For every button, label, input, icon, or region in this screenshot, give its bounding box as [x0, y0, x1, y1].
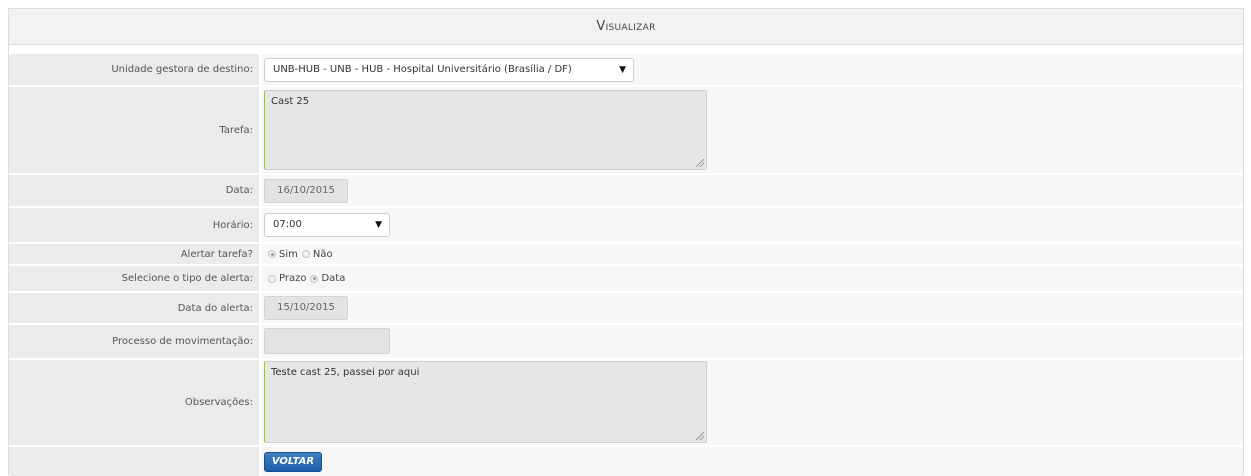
radio-button[interactable] [268, 274, 276, 283]
tipo-alerta-radio-group: Prazo Data [268, 266, 349, 291]
resize-grip-icon[interactable] [696, 432, 704, 440]
tarefa-value: Cast 25 [271, 96, 310, 107]
actions-field-cell: VOLTAR [262, 447, 1243, 476]
unidade-field-cell: UNB-HUB - UNB - HUB - Hospital Universit… [262, 54, 1243, 85]
horario-select[interactable]: 07:00 ▼ [264, 213, 390, 237]
alertar-field-cell: Sim Não [262, 244, 1243, 264]
processo-label: Processo de movimentação: [9, 325, 259, 358]
tipo-alerta-field-cell: Prazo Data [262, 266, 1243, 291]
alertar-label: Alertar tarefa? [9, 244, 259, 264]
chevron-down-icon: ▼ [375, 220, 382, 230]
tarefa-textarea[interactable]: Cast 25 [264, 90, 707, 170]
alertar-option-nao[interactable]: Não [301, 248, 333, 260]
tarefa-field-cell: Cast 25 [262, 87, 1243, 173]
visualizar-panel: Visualizar Unidade gestora de destino: U… [8, 8, 1244, 476]
row-observacoes: Observações: Teste cast 25, passei por a… [9, 360, 1243, 445]
tipo-alerta-label: Selecione o tipo de alerta: [9, 266, 259, 291]
unidade-select-value: UNB-HUB - UNB - HUB - Hospital Universit… [273, 64, 572, 75]
observacoes-textarea[interactable]: Teste cast 25, passei por aqui [264, 361, 707, 443]
data-input[interactable]: 16/10/2015 [264, 179, 348, 203]
resize-grip-icon[interactable] [696, 159, 704, 167]
data-alerta-field-cell: 15/10/2015 [262, 293, 1243, 323]
page-title: Visualizar [9, 9, 1243, 45]
radio-button[interactable] [301, 250, 310, 258]
observacoes-value: Teste cast 25, passei por aqui [271, 367, 420, 378]
horario-field-cell: 07:00 ▼ [262, 208, 1243, 242]
row-data: Data: 16/10/2015 [9, 175, 1243, 206]
row-actions: VOLTAR [9, 447, 1243, 476]
observacoes-label: Observações: [9, 360, 259, 445]
tarefa-label: Tarefa: [9, 87, 259, 173]
row-alertar: Alertar tarefa? Sim Não [9, 244, 1243, 264]
voltar-button[interactable]: VOLTAR [264, 452, 322, 472]
row-processo: Processo de movimentação: [9, 325, 1243, 358]
row-tarefa: Tarefa: Cast 25 [9, 87, 1243, 173]
alertar-radio-group: Sim Não [268, 244, 337, 264]
tipo-alerta-option-prazo[interactable]: Prazo [268, 273, 306, 284]
chevron-down-icon: ▼ [619, 65, 626, 75]
data-label: Data: [9, 175, 259, 206]
horario-label: Horário: [9, 208, 259, 242]
processo-input[interactable] [264, 328, 390, 354]
radio-label: Sim [279, 248, 298, 260]
row-data-alerta: Data do alerta: 15/10/2015 [9, 293, 1243, 323]
radio-label: Data [321, 273, 346, 284]
radio-label: Não [312, 248, 333, 260]
observacoes-field-cell: Teste cast 25, passei por aqui [262, 360, 1243, 445]
horario-select-value: 07:00 [273, 219, 302, 230]
row-tipo-alerta: Selecione o tipo de alerta: Prazo Data [9, 266, 1243, 291]
radio-label: Prazo [279, 273, 307, 284]
tipo-alerta-option-data[interactable]: Data [310, 273, 345, 284]
data-field-cell: 16/10/2015 [262, 175, 1243, 206]
radio-button[interactable] [268, 250, 276, 258]
unidade-label: Unidade gestora de destino: [9, 54, 259, 85]
data-alerta-label: Data do alerta: [9, 293, 259, 323]
data-alerta-input[interactable]: 15/10/2015 [264, 296, 348, 320]
processo-field-cell [262, 325, 1243, 358]
unidade-select[interactable]: UNB-HUB - UNB - HUB - Hospital Universit… [264, 58, 634, 82]
radio-button[interactable] [310, 274, 319, 283]
row-horario: Horário: 07:00 ▼ [9, 208, 1243, 242]
row-unidade: Unidade gestora de destino: UNB-HUB - UN… [9, 54, 1243, 85]
actions-label-cell [9, 447, 259, 476]
alertar-option-sim[interactable]: Sim [268, 249, 298, 260]
